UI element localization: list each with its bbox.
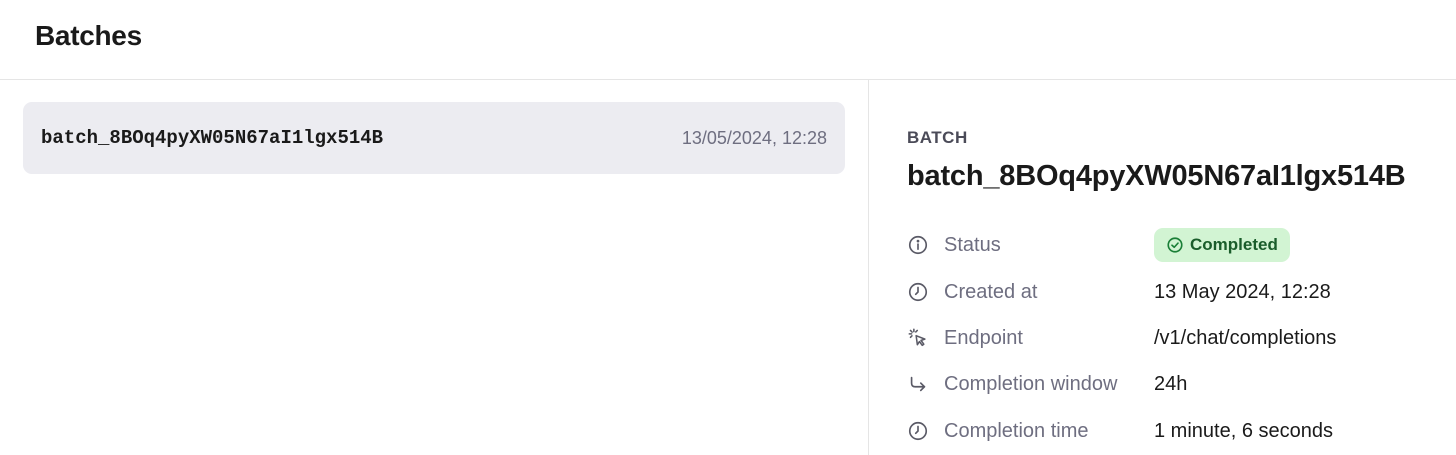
detail-kicker: BATCH — [907, 128, 968, 147]
property-endpoint-value: /v1/chat/completions — [1154, 327, 1337, 349]
property-completion-window: Completion window 24h — [907, 367, 1447, 401]
property-endpoint: Endpoint /v1/chat/completions — [907, 321, 1447, 355]
property-status-label: Status — [944, 234, 1001, 256]
property-status: Status Completed — [907, 228, 1447, 262]
page-header: Batches — [0, 0, 1456, 80]
batch-list-item-date: 13/05/2024, 12:28 — [681, 128, 827, 148]
property-completion-time-value: 1 minute, 6 seconds — [1154, 420, 1333, 442]
batch-list-item[interactable]: batch_8BOq4pyXW05N67aI1lgx514B 13/05/202… — [23, 102, 845, 174]
batch-detail-panel: BATCH batch_8BOq4pyXW05N67aI1lgx514B Sta… — [869, 80, 1456, 455]
check-circle-icon — [1166, 236, 1184, 254]
property-created-at-value: 13 May 2024, 12:28 — [1154, 281, 1331, 303]
status-badge-label: Completed — [1190, 235, 1278, 254]
batch-list: batch_8BOq4pyXW05N67aI1lgx514B 13/05/202… — [0, 80, 868, 455]
property-created-at-label: Created at — [944, 281, 1038, 303]
batch-list-item-id: batch_8BOq4pyXW05N67aI1lgx514B — [41, 127, 384, 149]
property-completion-window-value: 24h — [1154, 373, 1188, 395]
arrow-return-icon — [907, 373, 929, 395]
detail-title: batch_8BOq4pyXW05N67aI1lgx514B — [907, 160, 1406, 192]
status-badge: Completed — [1154, 228, 1290, 262]
info-icon — [907, 234, 929, 256]
property-completion-time-label: Completion time — [944, 420, 1089, 442]
property-completion-time: Completion time 1 minute, 6 seconds — [907, 414, 1447, 448]
property-endpoint-label: Endpoint — [944, 327, 1023, 349]
clock-icon — [907, 420, 929, 442]
property-created-at: Created at 13 May 2024, 12:28 — [907, 275, 1447, 309]
property-completion-window-label: Completion window — [944, 373, 1118, 395]
clock-icon — [907, 281, 929, 303]
cursor-click-icon — [907, 327, 929, 349]
page-title: Batches — [35, 20, 142, 51]
